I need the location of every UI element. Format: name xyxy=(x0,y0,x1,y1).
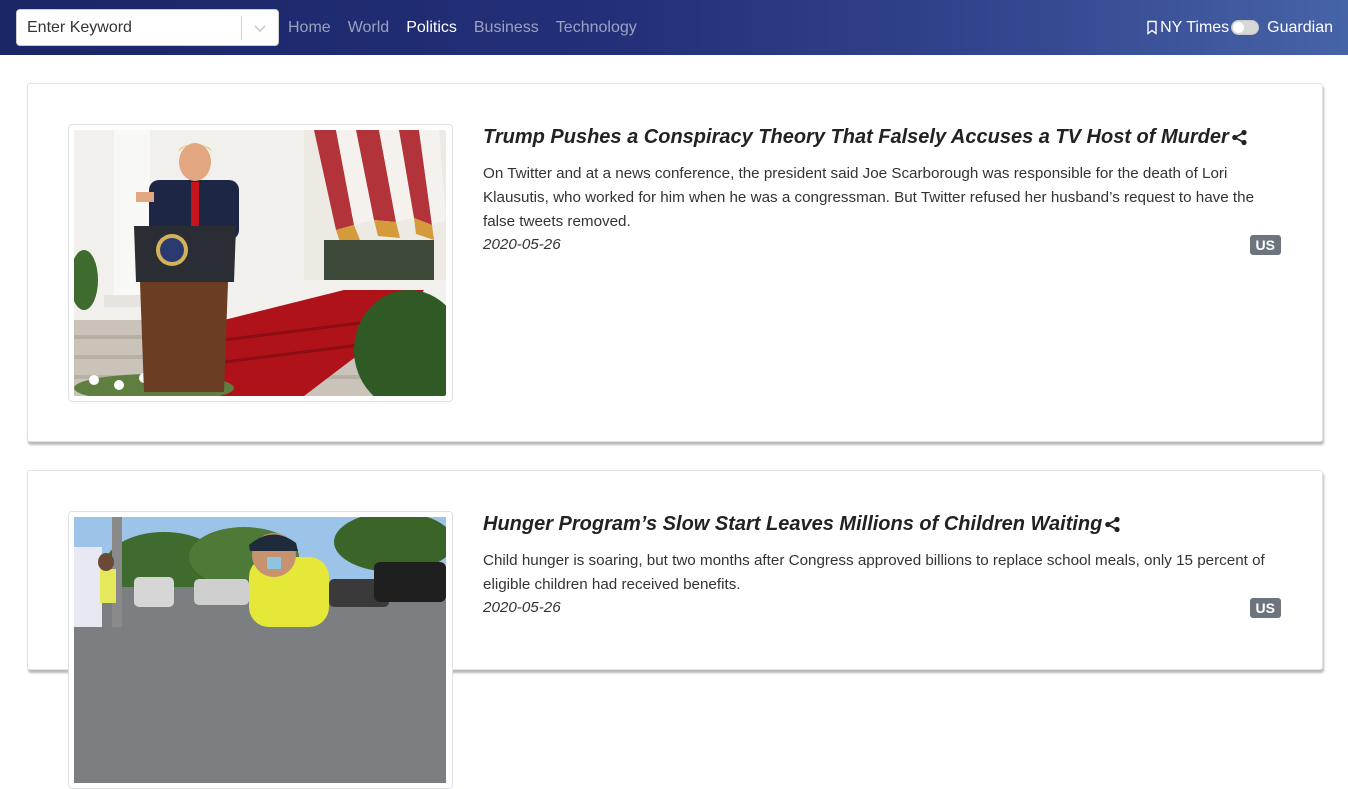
article-image xyxy=(68,511,453,789)
article-date: 2020-05-26 xyxy=(483,599,561,616)
nav-link-world[interactable]: World xyxy=(348,19,390,37)
search-input[interactable] xyxy=(17,18,241,37)
source-guardian-label: Guardian xyxy=(1267,18,1333,36)
article-description: Child hunger is soaring, but two months … xyxy=(483,552,1265,593)
switch-knob xyxy=(1233,22,1245,33)
share-icon[interactable] xyxy=(1104,516,1121,533)
top-navbar: Home World Politics Business Technology … xyxy=(0,0,1348,55)
article-card[interactable]: Trump Pushes a Conspiracy Theory That Fa… xyxy=(27,83,1323,442)
article-card[interactable]: Hunger Program’s Slow Start Leaves Milli… xyxy=(27,470,1323,789)
bookmark-icon[interactable] xyxy=(1146,20,1158,35)
article-title[interactable]: Trump Pushes a Conspiracy Theory That Fa… xyxy=(483,126,1248,149)
article-title-text[interactable]: Hunger Program’s Slow Start Leaves Milli… xyxy=(483,513,1102,536)
article-description: On Twitter and at a news conference, the… xyxy=(483,165,1255,230)
source-nytimes-label: NY Times xyxy=(1160,18,1230,36)
article-image xyxy=(68,124,453,402)
article-title[interactable]: Hunger Program’s Slow Start Leaves Milli… xyxy=(483,513,1121,536)
keyword-search-select[interactable] xyxy=(16,9,279,46)
source-toggle: NY Times Guardian xyxy=(1146,0,1333,55)
nav-link-politics[interactable]: Politics xyxy=(406,19,457,37)
section-badge: US xyxy=(1249,598,1281,618)
nav-link-technology[interactable]: Technology xyxy=(556,19,637,37)
share-icon[interactable] xyxy=(1231,129,1248,146)
nav-link-home[interactable]: Home xyxy=(288,19,331,37)
section-nav: Home World Politics Business Technology xyxy=(288,0,654,55)
section-badge: US xyxy=(1249,235,1281,255)
nav-link-business[interactable]: Business xyxy=(474,19,539,37)
article-date: 2020-05-26 xyxy=(483,236,561,253)
chevron-down-icon[interactable] xyxy=(242,10,278,45)
source-switch[interactable] xyxy=(1231,20,1260,35)
article-title-text[interactable]: Trump Pushes a Conspiracy Theory That Fa… xyxy=(483,126,1229,149)
